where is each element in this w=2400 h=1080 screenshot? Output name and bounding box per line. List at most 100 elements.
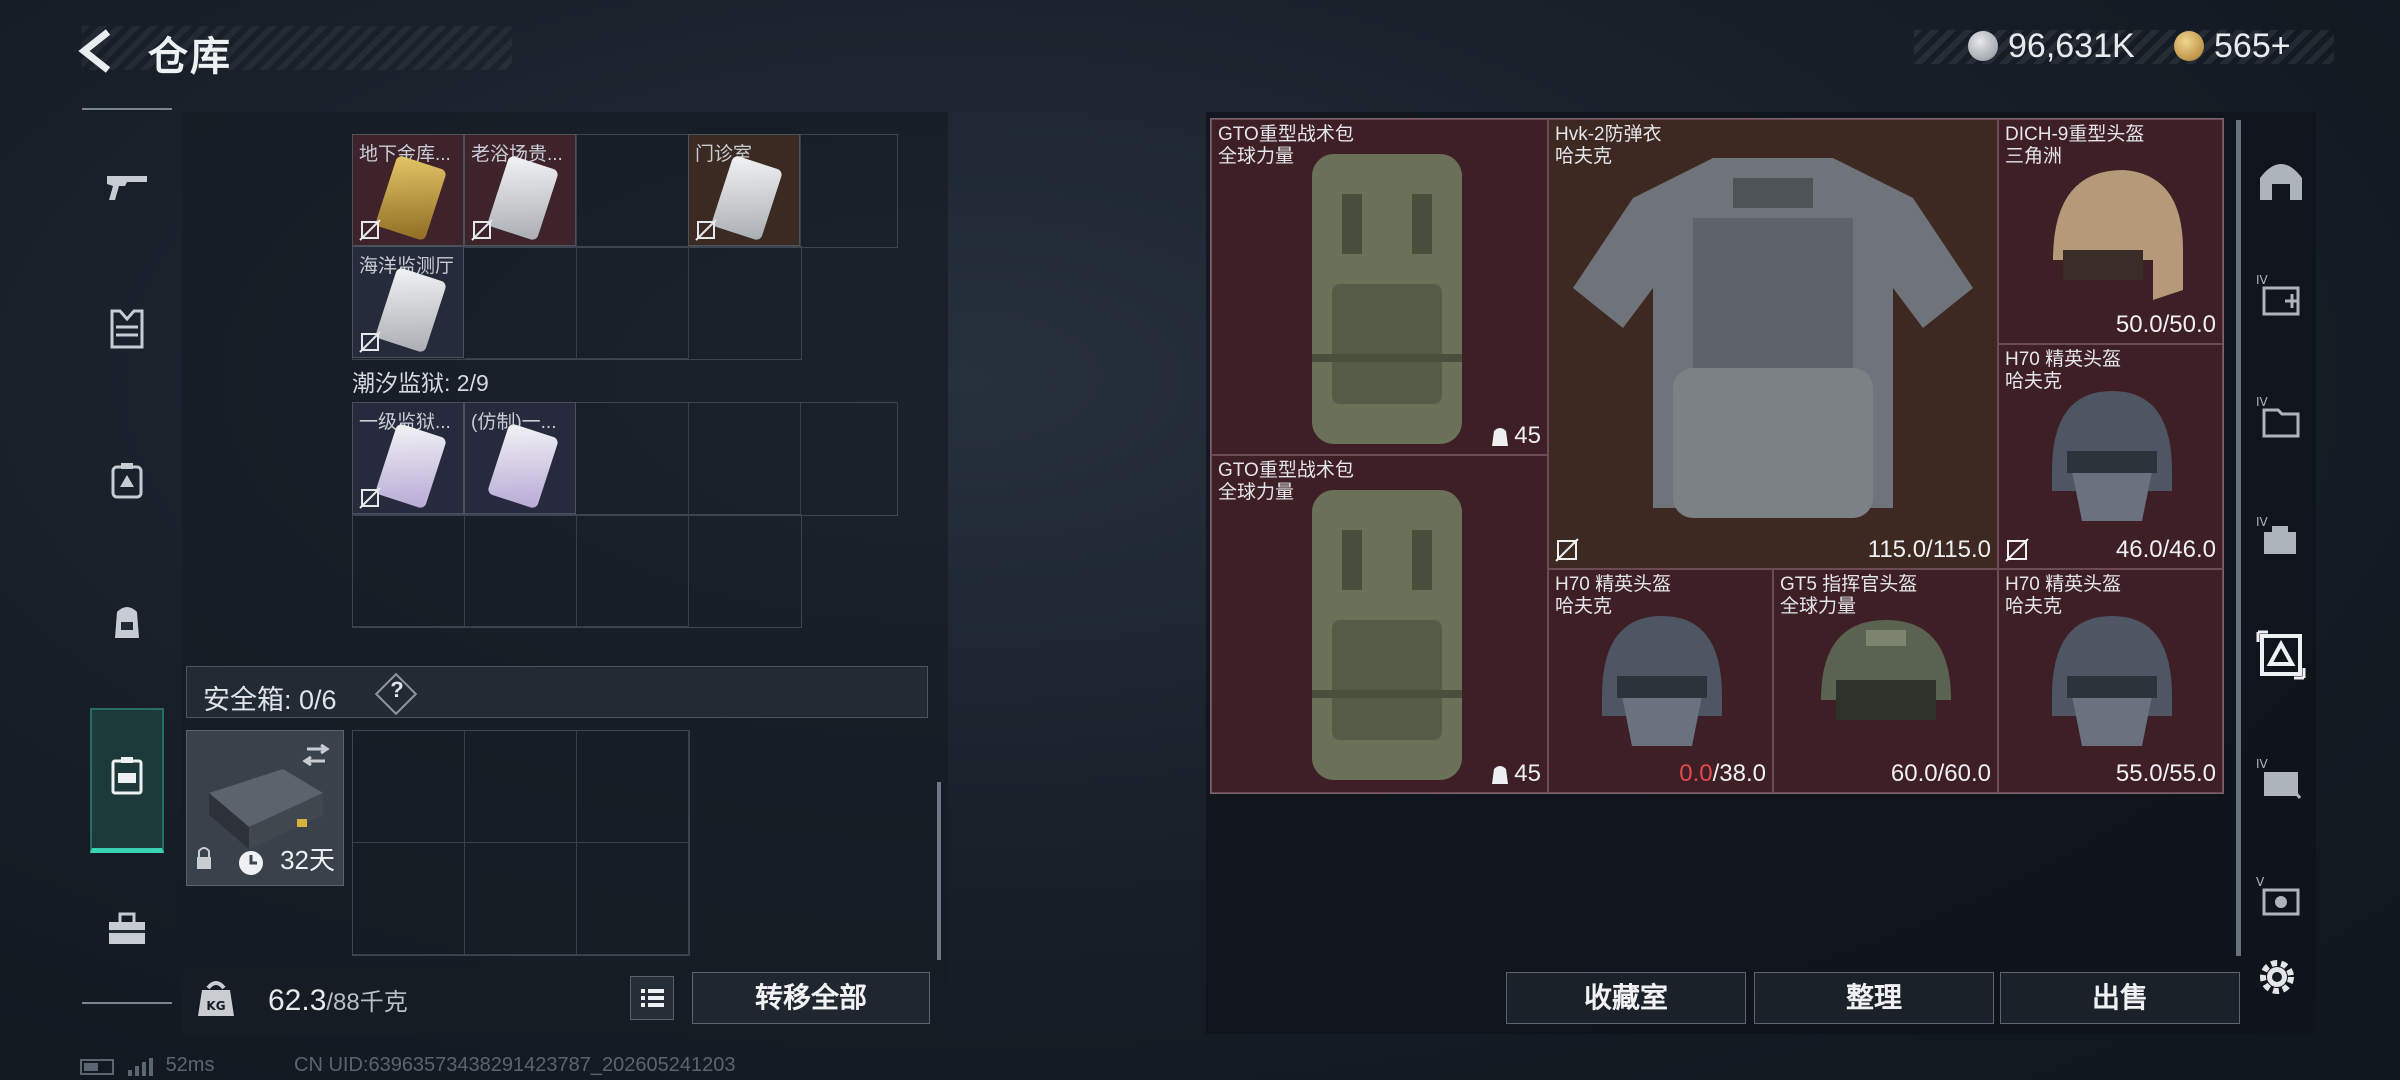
gear-brand: 哈夫克 — [1555, 146, 1613, 167]
gear-item-helmet[interactable]: H70 精英头盔 哈夫克 0.0/38.0 — [1548, 569, 1773, 793]
list-icon — [641, 989, 664, 1007]
grid-cell — [465, 247, 577, 359]
nav-divider — [82, 108, 172, 110]
no-trade-icon — [359, 219, 381, 241]
nav-safe-case[interactable] — [92, 740, 162, 810]
nav-container-1[interactable]: IV — [2254, 268, 2308, 322]
transfer-all-button[interactable]: 转移全部 — [692, 972, 930, 1024]
nav-vault[interactable] — [2254, 152, 2308, 206]
nav-chest-rig[interactable] — [92, 446, 162, 516]
gear-durability: 46.0/46.0 — [2115, 536, 2216, 563]
gear-item-backpack[interactable]: GTO重型战术包 全球力量 45 — [1211, 455, 1548, 793]
collection-tier4-icon — [2256, 630, 2306, 680]
nav-container-4[interactable] — [2254, 628, 2308, 682]
backpack-icon — [115, 607, 139, 638]
case-remaining-days: 32天 — [280, 845, 335, 875]
capacity-bar: KG 62.3/88千克 转移全部 — [182, 962, 948, 1034]
grid-cell — [577, 843, 689, 955]
equipment-scrollbar[interactable] — [2236, 120, 2241, 956]
gear-durability: 0.0/38.0 — [1679, 760, 1766, 788]
list-view-button[interactable] — [630, 976, 674, 1020]
nav-backpack[interactable] — [92, 586, 162, 656]
grid-cell — [465, 843, 577, 955]
gear-item-helmet[interactable]: GT5 指挥官头盔 全球力量 60.0/60.0 — [1773, 569, 1998, 793]
storage-scrollbar[interactable] — [937, 782, 941, 960]
purple-keycard-icon — [374, 422, 448, 510]
gear-title: GTO重型战术包 全球力量 — [1218, 124, 1354, 168]
user-uid: CN UID:6396357343829142378​7_20260524120… — [294, 1054, 736, 1076]
nav-toolbox[interactable] — [92, 894, 162, 964]
storage-grid — [352, 514, 802, 628]
keycard-item[interactable]: 老浴场贵... — [464, 134, 576, 246]
nav-divider — [82, 1002, 172, 1004]
silver-coin-icon — [1968, 31, 1998, 61]
sort-button[interactable]: 整理 — [1754, 972, 1994, 1024]
gear-title: DICH-9重型头盔 三角洲 — [2005, 124, 2144, 168]
keycard-item[interactable]: 海洋监测厅 — [352, 246, 464, 358]
gear-brand: 全球力量 — [1218, 482, 1295, 503]
gear-name: H70 精英头盔 — [1555, 574, 1672, 595]
capacity-icon — [1492, 766, 1509, 784]
section-title: 潮汐监狱: 2/9 — [352, 370, 489, 396]
purple-keycard-icon — [486, 422, 560, 510]
grid-cell — [577, 731, 689, 843]
container-nav: IV IV IV IV V — [2242, 112, 2316, 1034]
keycard-item[interactable]: 地下金库... — [352, 134, 464, 246]
gear-brand: 哈夫克 — [2005, 596, 2063, 617]
gear-item-helmet[interactable]: DICH-9重型头盔 三角洲 50.0/50.0 — [1998, 119, 2223, 344]
weight-max: /88千克 — [326, 989, 408, 1016]
nav-container-2[interactable]: IV — [2254, 390, 2308, 444]
nav-weapons[interactable] — [92, 152, 162, 222]
grid-cell — [353, 843, 465, 955]
nav-armor[interactable] — [92, 294, 162, 364]
gear-item-backpack[interactable]: GTO重型战术包 全球力量 45 — [1211, 119, 1548, 455]
grid-cell — [577, 515, 689, 627]
gold-currency[interactable]: 565+ — [2174, 24, 2291, 68]
case-tier5-icon: V — [2256, 875, 2300, 916]
gold-coin-icon — [2174, 31, 2204, 61]
back-button[interactable] — [74, 26, 124, 76]
category-nav — [78, 106, 174, 1006]
grid-cell — [465, 731, 577, 843]
settings-button[interactable] — [2254, 954, 2300, 1000]
helmet-graphic-icon — [2053, 170, 2183, 300]
sell-button[interactable]: 出售 — [2000, 972, 2240, 1024]
gear-name: GTO重型战术包 — [1218, 460, 1354, 481]
svg-text:KG: KG — [206, 999, 225, 1013]
grid-cell — [465, 515, 577, 627]
backpack-graphic-icon — [1312, 490, 1462, 780]
no-trade-icon — [1555, 538, 1579, 562]
helmet-graphic-icon — [2052, 391, 2172, 521]
network-status: 52ms — [80, 1054, 214, 1077]
safe-case-item[interactable]: 32天 — [186, 730, 344, 886]
gear-icon — [2260, 960, 2294, 994]
keycard-item[interactable]: 一级监狱... — [352, 402, 464, 514]
nav-container-3[interactable]: IV — [2254, 510, 2308, 564]
gear-name: GT5 指挥官头盔 — [1780, 574, 1918, 595]
gold-keycard-icon — [374, 154, 448, 242]
gear-brand: 哈夫克 — [2005, 371, 2063, 392]
grid-cell — [577, 135, 689, 247]
collection-room-button[interactable]: 收藏室 — [1506, 972, 1746, 1024]
gear-item-armor[interactable]: Hvk-2防弹衣 哈夫克 115.0/115.0 — [1548, 119, 1998, 569]
keycard-item[interactable]: 门诊室 — [688, 134, 800, 246]
capacity-icon — [1492, 428, 1509, 446]
helmet-graphic-icon — [1821, 620, 1951, 720]
gear-brand: 全球力量 — [1218, 146, 1295, 167]
no-trade-icon — [2005, 538, 2029, 562]
weight-current: 62.3 — [268, 984, 327, 1017]
durability-current: 0.0 — [1679, 760, 1713, 787]
capacity-value: 45 — [1514, 760, 1541, 787]
white-keycard-icon — [374, 266, 448, 354]
durability-max: /38.0 — [1712, 760, 1766, 787]
grid-cell — [353, 731, 465, 843]
gear-item-helmet[interactable]: H70 精英头盔 哈夫克 46.0/46.0 — [1998, 344, 2223, 569]
white-keycard-icon — [710, 154, 784, 242]
safe-case-bar: 安全箱: 0/6 ? — [186, 666, 928, 718]
svg-text:IV: IV — [2256, 757, 2269, 771]
gear-item-helmet[interactable]: H70 精英头盔 哈夫克 55.0/55.0 — [1998, 569, 2223, 793]
keycard-item[interactable]: (仿制)一... — [464, 402, 576, 514]
nav-container-6[interactable]: V — [2254, 870, 2308, 924]
nav-container-5[interactable]: IV — [2254, 752, 2308, 806]
no-trade-icon — [359, 487, 381, 509]
